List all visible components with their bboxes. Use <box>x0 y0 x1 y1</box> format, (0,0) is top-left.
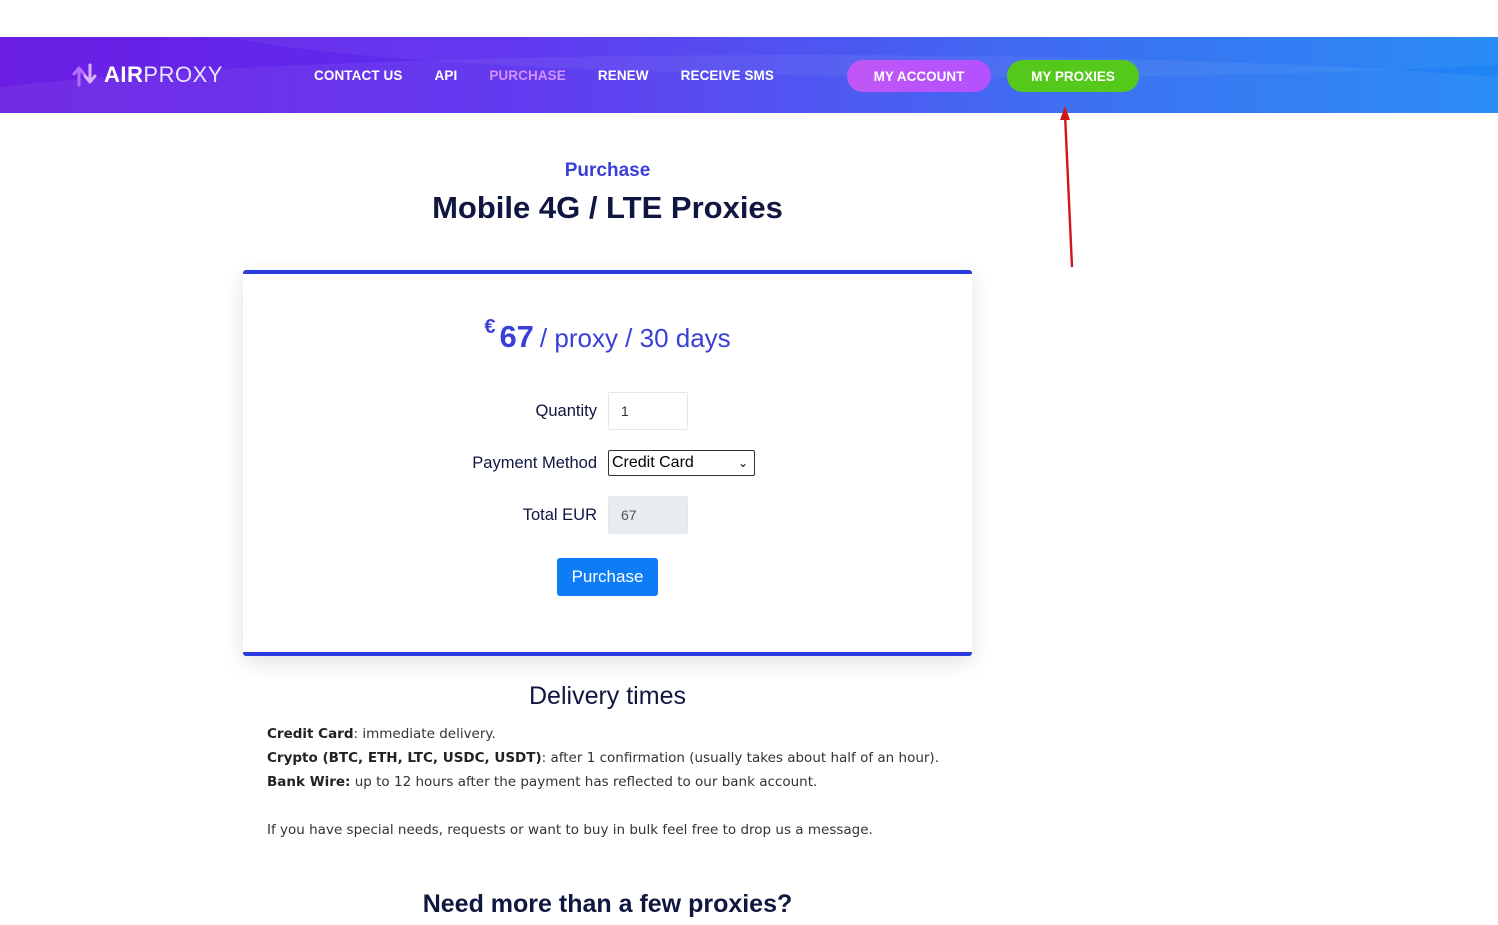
price-unit: / proxy / 30 days <box>539 323 731 353</box>
nav-receive-sms[interactable]: RECEIVE SMS <box>681 68 774 83</box>
annotation-arrow-icon <box>1060 106 1074 268</box>
payment-method-select[interactable]: Credit Card ⌄ <box>608 450 755 476</box>
quantity-field-wrap <box>608 392 688 430</box>
payment-method-selected: Credit Card <box>612 454 694 471</box>
nav-purchase[interactable]: PURCHASE <box>489 68 566 83</box>
delivery-line-bank-wire: Bank Wire: up to 12 hours after the paym… <box>267 774 818 790</box>
payment-method-row: Payment Method Credit Card ⌄ <box>243 444 972 482</box>
purchase-button[interactable]: Purchase <box>557 558 658 596</box>
site-logo[interactable]: AIRPROXY <box>72 61 223 89</box>
section-eyebrow: Purchase <box>564 160 651 181</box>
bulk-heading: Need more than a few proxies? <box>422 890 793 918</box>
price-amount: 67 <box>499 319 534 354</box>
purchase-card: €67/ proxy / 30 days Quantity Payment Me… <box>243 270 972 656</box>
quantity-row: Quantity <box>243 392 972 430</box>
delivery-line-crypto: Crypto (BTC, ETH, LTC, USDC, USDT): afte… <box>267 750 939 766</box>
nav-api[interactable]: API <box>435 68 458 83</box>
total-field-wrap: 67 <box>608 496 688 534</box>
logo-wordmark: AIRPROXY <box>104 62 223 87</box>
nav-contact-us[interactable]: CONTACT US <box>314 68 403 83</box>
delivery-times-heading: Delivery times <box>529 682 686 710</box>
euro-currency-symbol: € <box>484 316 496 338</box>
payment-method-label: Payment Method <box>472 454 597 472</box>
delivery-times-text: Credit Card: immediate delivery. Crypto … <box>267 722 967 842</box>
nav-renew[interactable]: RENEW <box>598 68 649 83</box>
my-proxies-button[interactable]: MY PROXIES <box>1007 60 1139 92</box>
total-eur-label: Total EUR <box>522 506 597 524</box>
payment-field-wrap: Credit Card ⌄ <box>608 450 755 476</box>
my-account-button[interactable]: MY ACCOUNT <box>847 60 991 92</box>
main-nav: CONTACT US API PURCHASE RENEW RECEIVE SM… <box>314 37 806 113</box>
total-eur-field: 67 <box>608 496 688 534</box>
top-navbar: AIRPROXY CONTACT US API PURCHASE RENEW R… <box>0 37 1498 113</box>
page-title: Mobile 4G / LTE Proxies <box>432 190 783 225</box>
quantity-label: Quantity <box>535 402 597 420</box>
delivery-line-credit-card: Credit Card: immediate delivery. <box>267 726 496 742</box>
up-down-arrows-logo-icon <box>72 63 97 87</box>
price-display: €67/ proxy / 30 days <box>243 316 972 355</box>
total-row: Total EUR 67 <box>243 496 972 534</box>
chevron-down-icon: ⌄ <box>737 456 748 470</box>
quantity-input[interactable] <box>608 392 688 430</box>
delivery-note: If you have special needs, requests or w… <box>267 822 873 838</box>
